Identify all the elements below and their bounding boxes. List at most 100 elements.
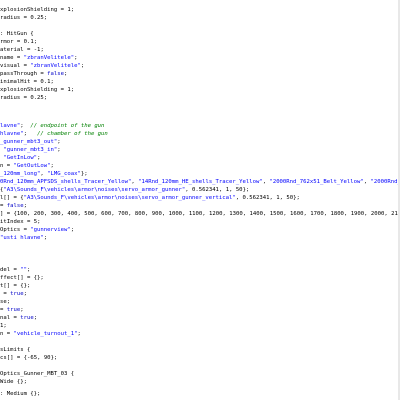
code-token: 1900 <box>350 211 365 217</box>
code-line: lavne"; // endpoint of the gun <box>0 122 104 130</box>
code-token: ; <box>70 227 75 233</box>
code-token: = <box>0 291 11 297</box>
code-line: ] = {100, 200, 300, 400, 500, 600, 700, … <box>0 210 400 218</box>
code-token: Wide {}; <box>0 379 27 385</box>
code-token: "2000Rnd_762x51_Belt_Yellow" <box>269 179 364 185</box>
code-token: ; <box>33 39 38 45</box>
code-line: l[] = {"A3\Sounds_F\vehicles\armor\noise… <box>0 194 300 202</box>
code-line: 0Rnd_120mm_APFSDS_shells_Tracer_Yellow",… <box>0 178 400 186</box>
code-token: 1700 <box>310 211 324 217</box>
code-token: radius = <box>0 95 31 101</box>
code-token: 0.25 <box>30 15 44 21</box>
code-token: 90 <box>43 355 51 361</box>
code-token: radius = <box>0 15 31 21</box>
code-line: 1; <box>0 322 7 330</box>
code-token: : HitGun { <box>0 31 34 37</box>
code-token: ; <box>80 63 85 69</box>
code-line: "usti hlavne"; <box>0 234 47 242</box>
code-token: lavne" <box>0 123 21 129</box>
code-token: ] = { <box>0 211 17 217</box>
code-token: "A3\Sounds_F\vehicles\armor\noises\servo… <box>23 195 236 201</box>
code-token: 600 <box>101 211 112 217</box>
code-token: del = <box>0 267 21 273</box>
code-token: "" <box>20 267 27 273</box>
code-token: "usti hlavne" <box>0 235 44 241</box>
code-token: ; <box>70 87 75 93</box>
code-token: "2000Rnd_762x51_Belt_ <box>370 179 400 185</box>
code-token: 1000 <box>168 211 183 217</box>
code-token: "gunner_mbt3_in" <box>3 147 58 153</box>
code-token: , <box>185 187 192 193</box>
code-line: xplosionShielding = 1; <box>0 6 74 14</box>
code-line: n = "vehicle_turnout_1"; <box>0 330 81 338</box>
code-line: _gunner_mbt3_out"; <box>0 138 61 146</box>
code-token: , <box>144 211 152 217</box>
code-token: 1400 <box>249 211 263 217</box>
code-token: // endpoint of the gun <box>30 123 105 129</box>
code-token: , <box>363 179 371 185</box>
code-token: 500 <box>84 211 95 217</box>
code-line: = true; <box>0 306 24 314</box>
code-editor[interactable]: xplosionShielding = 1; radius = 0.25;: Hi… <box>0 0 400 400</box>
code-line: hlavne"; // chamber of the gun <box>0 130 108 138</box>
code-token: xplosionShielding = <box>0 87 68 93</box>
code-token: _120mm_long" <box>0 171 41 177</box>
code-line: radius = 0.25; <box>0 94 47 102</box>
code-token: ; <box>33 315 38 321</box>
code-token: "zbranVelitele" <box>30 63 81 69</box>
code-line: sLimits { <box>0 346 30 354</box>
code-line: : HitGun { <box>0 30 34 38</box>
code-line: "gunner_mbt3_in"; <box>0 146 60 154</box>
code-token: 900 <box>151 211 162 217</box>
code-token: ; <box>50 163 54 169</box>
code-token: 1100 <box>188 211 203 217</box>
code-token: ffect[] = {}; <box>0 275 44 281</box>
code-token: "GetInLow" <box>3 155 38 161</box>
code-token: 2000 <box>370 211 385 217</box>
code-token: ; <box>40 47 44 53</box>
code-line: xplosionShielding = 1; <box>0 86 74 94</box>
code-token: ; <box>43 235 48 241</box>
code-token: hlavne" <box>0 131 24 137</box>
code-token: , <box>242 211 250 217</box>
code-token: ; <box>70 7 75 13</box>
code-line: name = "zbranVelitele"; <box>0 54 77 62</box>
code-token: 0.562341 <box>191 187 219 193</box>
code-token: passThrough = <box>0 71 48 77</box>
code-token: }; <box>293 195 300 201</box>
code-token: 700 <box>118 211 129 217</box>
code-token: , <box>364 211 371 217</box>
code-line: radius = 0.25; <box>0 14 47 22</box>
code-line: = false; <box>0 202 27 210</box>
code-token: , <box>263 211 270 217</box>
code-token: 50 <box>235 187 243 193</box>
code-token: , <box>182 211 189 217</box>
code-token: 300 <box>50 211 61 217</box>
code-token: "gunnerview" <box>30 227 71 233</box>
code-token: 1500 <box>269 211 284 217</box>
code-token: ; <box>74 55 78 61</box>
code-token: , <box>283 211 290 217</box>
code-token: ; <box>23 291 27 297</box>
code-token: se; <box>0 299 11 305</box>
code-line: cs[] = {-65, 90}; <box>0 354 57 362</box>
code-token: 1800 <box>330 211 344 217</box>
code-token: true <box>10 291 24 297</box>
code-token: , <box>128 211 135 217</box>
code-line: del = ""; <box>0 266 30 274</box>
code-token: "14Rnd_120mm_HE_shells_Tracer_Yellow" <box>138 179 263 185</box>
code-token: 1300 <box>229 211 243 217</box>
code-line: Wide {}; <box>0 378 27 386</box>
code-token: true <box>20 315 34 321</box>
code-token: , <box>37 355 44 361</box>
code-token: "zbranVelitele" <box>23 55 75 61</box>
code-token: itIndex = <box>0 219 34 225</box>
code-line: {"A3\Sounds_F\vehicles\armor\noises\serv… <box>0 186 249 194</box>
code-token: name = <box>0 55 24 61</box>
code-token: inimalHit = <box>0 79 41 85</box>
code-token: Optics_Gunner_MBT_03 { <box>0 371 75 377</box>
code-token: }; <box>80 171 88 177</box>
code-token: xplosionShielding = <box>0 7 68 13</box>
code-line: visual = "zbranVelitele"; <box>0 62 84 70</box>
code-token: ; <box>50 79 54 85</box>
